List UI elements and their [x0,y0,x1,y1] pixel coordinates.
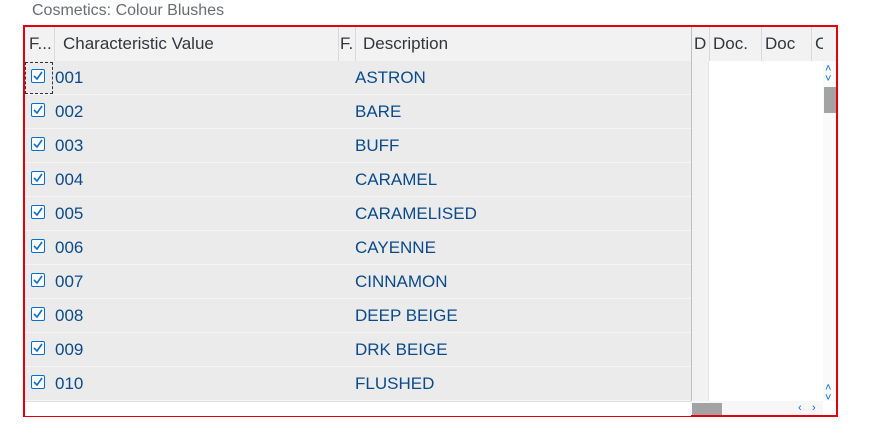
row-checkbox[interactable] [31,205,45,219]
characteristic-value-cell: 002 [55,102,84,121]
description-cell: CARAMELISED [355,204,477,223]
checkmark-icon [33,173,43,183]
table-row[interactable]: 010 FLUSHED [25,367,691,401]
row-checkbox[interactable] [31,69,45,83]
horizontal-scroll-thumb[interactable] [692,403,722,415]
column-header-flag2[interactable]: F. [340,27,356,61]
description-cell: DEEP BEIGE [355,306,458,325]
scroll-left-icon[interactable]: ‹ [798,403,802,414]
description-cell: FLUSHED [355,374,435,393]
row-checkbox[interactable] [31,239,45,253]
table-row[interactable]: 002 BARE [25,95,691,129]
characteristic-value-cell: 004 [55,170,84,189]
description-cell: CAYENNE [355,238,436,257]
table-row[interactable]: 004 CARAMEL [25,163,691,197]
column-header-doc2[interactable]: Doc [765,27,811,61]
table-header: F... Characteristic Value F. Description… [25,27,836,62]
checkmark-icon [33,139,43,149]
characteristic-value-cell: 005 [55,204,84,223]
vertical-scrollbar[interactable]: ˄ ˅ ˄ ˅ [823,61,836,404]
scroll-down-icon[interactable]: ˅ [825,74,831,85]
row-checkbox[interactable] [31,103,45,117]
characteristic-value-cell: 003 [55,136,84,155]
group-title: Cosmetics: Colour Blushes [32,2,225,19]
scroll-down-bottom-icon[interactable]: ˅ [825,393,831,404]
row-checkbox[interactable] [31,375,45,389]
table-row[interactable]: 005 CARAMELISED [25,197,691,231]
checkmark-icon [33,377,43,387]
description-cell: BUFF [355,136,400,155]
characteristic-value-cell: 001 [55,68,84,87]
checkmark-icon [33,105,43,115]
table-row[interactable]: 006 CAYENNE [25,231,691,265]
checkmark-icon [33,71,43,81]
column-header-doc1[interactable]: Doc. [713,27,761,61]
column-header-c[interactable]: C [815,27,823,61]
checkmark-icon [33,207,43,217]
column-d-cells [692,61,709,401]
table-row[interactable]: 007 CINNAMON [25,265,691,299]
characteristic-value-cell: 007 [55,272,84,291]
row-checkbox[interactable] [31,137,45,151]
characteristic-value-cell: 006 [55,238,84,257]
checkmark-icon [33,343,43,353]
scroll-right-icon[interactable]: › [812,403,816,414]
checkmark-icon [33,241,43,251]
table-row[interactable]: 003 BUFF [25,129,691,163]
characteristic-value-cell: 008 [55,306,84,325]
checkmark-icon [33,309,43,319]
column-header-flag[interactable]: F... [29,27,54,61]
vertical-scroll-thumb[interactable] [824,87,836,113]
characteristic-values-table: F... Characteristic Value F. Description… [23,25,838,417]
column-header-d[interactable]: D [694,27,709,61]
description-cell: BARE [355,102,402,121]
table-row[interactable]: 001 ASTRON [25,61,691,95]
row-checkbox[interactable] [31,273,45,287]
table-row[interactable]: 009 DRK BEIGE [25,333,691,367]
row-checkbox[interactable] [31,171,45,185]
horizontal-scrollbar-right[interactable]: ‹ › [692,401,823,415]
row-checkbox[interactable] [31,307,45,321]
characteristic-value-cell: 009 [55,340,84,359]
horizontal-scrollbar-left[interactable] [25,401,691,416]
description-cell: CARAMEL [355,170,438,189]
description-cell: ASTRON [355,68,426,87]
table-body: 001 ASTRON 002 BARE 003 BUFF 004 CARAMEL 005 CARA… [25,61,691,401]
characteristic-value-cell: 010 [55,374,84,393]
checkmark-icon [33,275,43,285]
table-body-right [692,61,823,401]
column-header-description[interactable]: Description [363,27,683,61]
description-cell: DRK BEIGE [355,340,448,359]
description-cell: CINNAMON [355,272,448,291]
row-checkbox[interactable] [31,341,45,355]
column-header-characteristic-value[interactable]: Characteristic Value [63,27,333,61]
table-row[interactable]: 008 DEEP BEIGE [25,299,691,333]
